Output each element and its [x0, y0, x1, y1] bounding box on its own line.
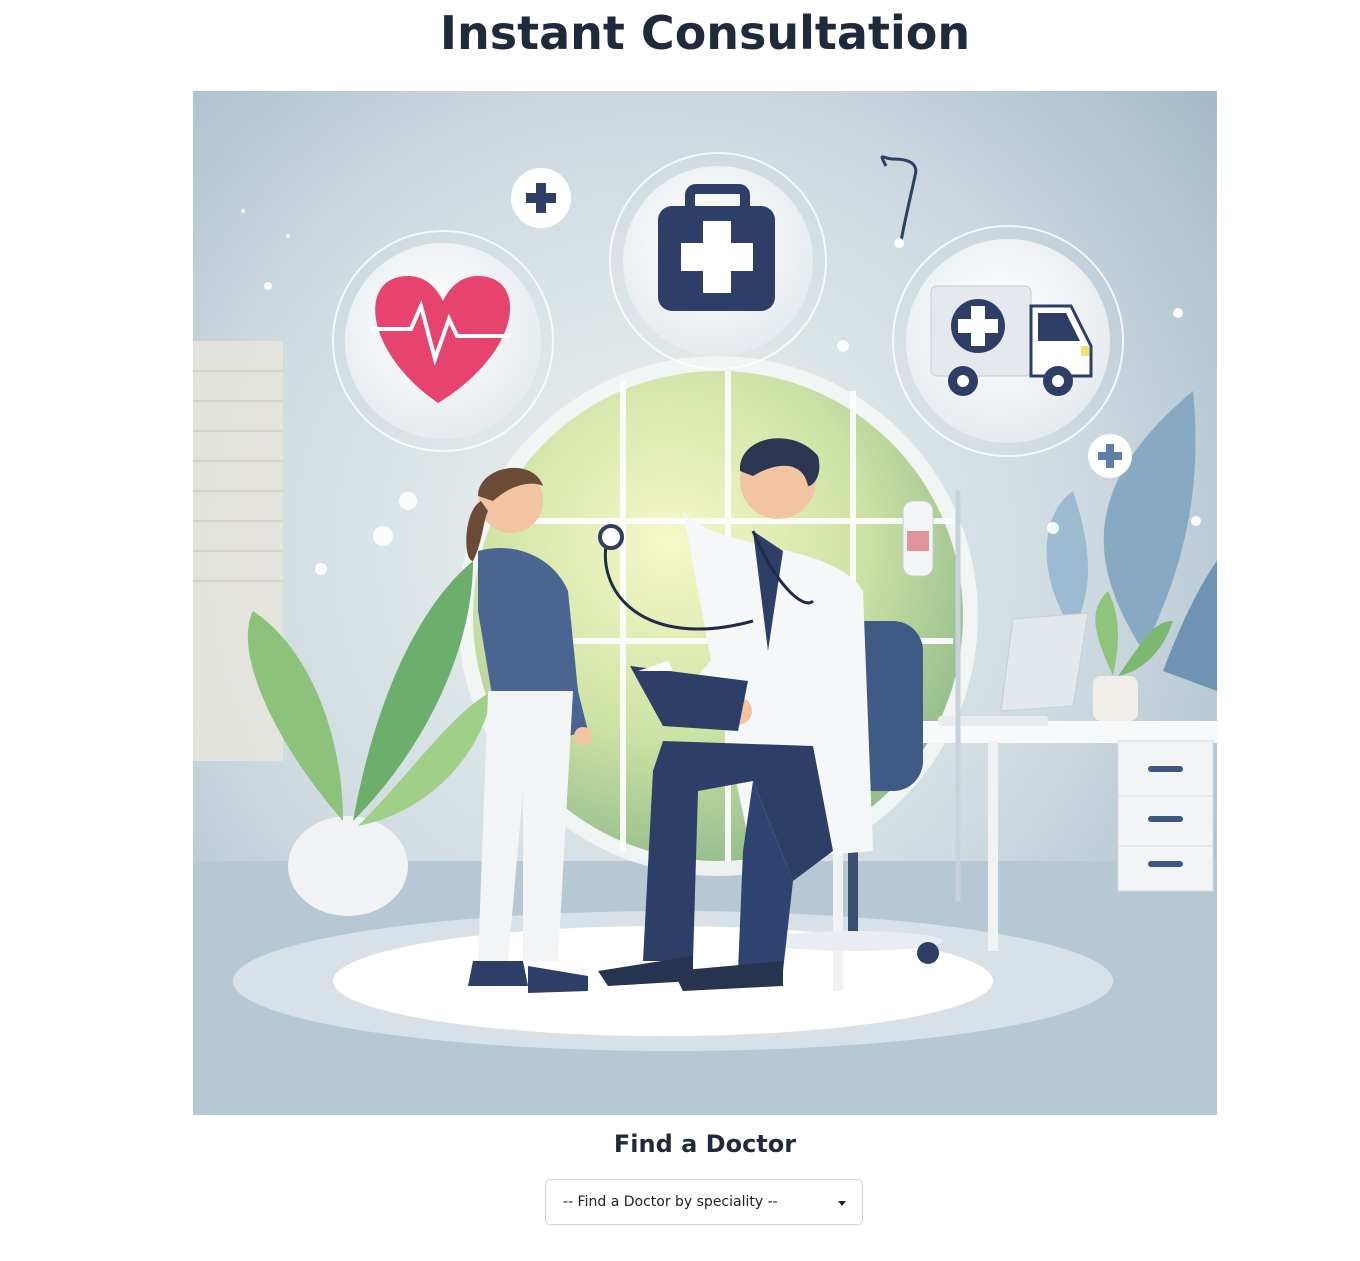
page-title: Instant Consultation: [439, 6, 971, 60]
hero-illustration: [193, 91, 1217, 1115]
plus-icon: [1088, 434, 1132, 478]
plus-icon: [511, 168, 571, 228]
medical-kit-icon: [658, 184, 775, 311]
find-doctor-heading: Find a Doctor: [613, 1130, 797, 1158]
caret-down-icon: [838, 1201, 846, 1206]
speciality-select-value: -- Find a Doctor by speciality --: [563, 1194, 778, 1210]
consultation-illustration: [193, 91, 1217, 1115]
speciality-select[interactable]: -- Find a Doctor by speciality --: [545, 1179, 863, 1225]
